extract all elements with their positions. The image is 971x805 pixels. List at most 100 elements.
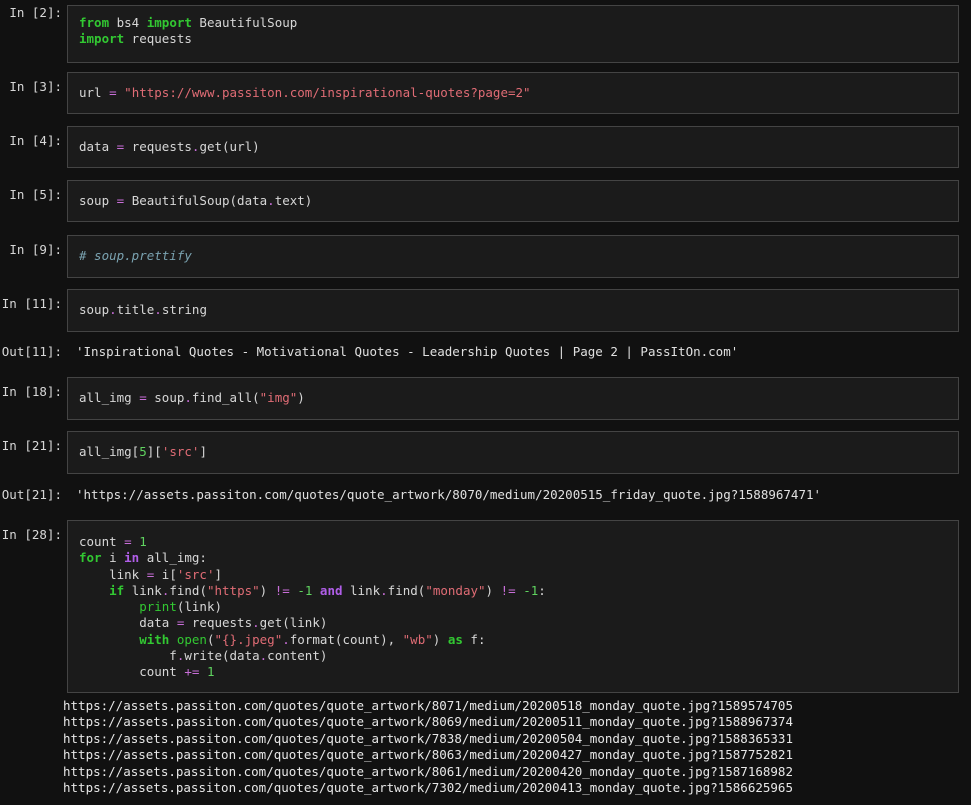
code-token: !=: [500, 582, 516, 598]
input-prompt: In [2]:: [9, 5, 62, 20]
code-token: "https": [206, 582, 260, 598]
code-token: "monday": [425, 582, 486, 598]
code-token: bs4: [109, 15, 147, 30]
code-token: (: [206, 631, 215, 647]
code-token: soup: [79, 193, 117, 208]
code-token: write(data: [184, 648, 260, 664]
code-token: find(: [387, 582, 426, 598]
output-prompt: Out[21]:: [1, 487, 62, 502]
code-token: open: [176, 631, 207, 647]
code-token: =: [109, 85, 117, 100]
code-editor[interactable]: count = 1 for i in all_img: link = i['sr…: [67, 520, 959, 693]
code-token: link: [342, 582, 381, 598]
code-token: ][: [146, 444, 162, 459]
code-token: "{}.jpeg": [214, 631, 283, 647]
code-token: get(link): [259, 615, 328, 631]
code-token: (link): [176, 599, 223, 615]
input-prompt: In [9]:: [9, 242, 62, 257]
code-token: 'src': [176, 566, 215, 582]
code-token: .: [380, 582, 388, 598]
input-prompt: In [18]:: [1, 384, 62, 399]
code-source: soup.title.string: [79, 302, 947, 318]
code-token: requests: [124, 31, 192, 47]
code-editor[interactable]: url = "https://www.passiton.com/inspirat…: [67, 72, 959, 114]
code-token: .: [267, 193, 275, 208]
code-token: .: [154, 302, 162, 317]
code-token: i[: [154, 566, 177, 582]
code-token: .: [252, 615, 260, 631]
code-editor[interactable]: all_img[5]['src']: [67, 431, 959, 474]
code-token: all_img[: [79, 444, 140, 459]
code-token: link: [79, 566, 147, 582]
code-token: all_img: [79, 390, 140, 405]
code-token: 1: [139, 534, 147, 549]
code-token: 5: [139, 444, 147, 459]
code-editor[interactable]: soup.title.string: [67, 289, 959, 332]
code-token: count: [79, 664, 185, 680]
code-token: 'src': [161, 444, 200, 459]
input-prompt: In [28]:: [1, 527, 62, 542]
code-token: data: [79, 139, 117, 154]
code-editor[interactable]: data = requests.get(url): [67, 126, 959, 168]
code-source: url = "https://www.passiton.com/inspirat…: [79, 85, 947, 101]
code-token: url: [79, 85, 110, 100]
code-token: BeautifulSoup: [191, 15, 298, 30]
code-editor[interactable]: from bs4 import BeautifulSoup import req…: [67, 5, 959, 63]
code-token: all_img:: [139, 550, 207, 566]
code-token: count: [79, 534, 125, 549]
code-token: "https://www.passiton.com/inspirational-…: [124, 85, 531, 100]
code-token: BeautifulSoup(data: [124, 193, 268, 208]
code-token: -1: [297, 582, 313, 598]
code-token: =: [139, 390, 147, 405]
code-token: ): [485, 582, 501, 598]
code-token: with: [139, 631, 170, 647]
code-editor[interactable]: # soup.prettify: [67, 235, 959, 278]
code-token: requests: [184, 615, 253, 631]
code-token: ): [297, 390, 305, 405]
code-token: data: [79, 615, 177, 631]
cell-output: 'Inspirational Quotes - Motivational Quo…: [76, 344, 739, 359]
code-editor[interactable]: soup = BeautifulSoup(data.text): [67, 180, 959, 222]
code-token: import: [79, 31, 125, 47]
code-token: find_all(: [191, 390, 260, 405]
code-token: import: [146, 15, 192, 30]
code-token: string: [161, 302, 207, 317]
code-token: ]: [199, 444, 207, 459]
code-editor[interactable]: all_img = soup.find_all("img"): [67, 377, 959, 420]
code-token: -1: [523, 582, 539, 598]
code-token: soup: [146, 390, 185, 405]
code-source: all_img[5]['src']: [79, 444, 947, 460]
code-source: from bs4 import BeautifulSoup import req…: [79, 15, 947, 48]
code-token: requests: [124, 139, 192, 154]
code-token: text): [274, 193, 313, 208]
stream-output: https://assets.passiton.com/quotes/quote…: [63, 698, 793, 796]
code-token: ]: [214, 566, 223, 582]
output-prompt: Out[11]:: [1, 344, 62, 359]
input-prompt: In [21]:: [1, 438, 62, 453]
code-source: count = 1 for i in all_img: link = i['sr…: [79, 534, 947, 681]
code-token: i: [101, 550, 125, 566]
code-source: # soup.prettify: [79, 248, 947, 264]
code-token: # soup.prettify: [79, 248, 192, 263]
input-prompt: In [11]:: [1, 296, 62, 311]
code-token: format(count),: [289, 631, 403, 647]
code-token: f: [79, 648, 177, 664]
stream-line: https://assets.passiton.com/quotes/quote…: [63, 747, 793, 763]
code-token: f:: [462, 631, 486, 647]
stream-line: https://assets.passiton.com/quotes/quote…: [63, 714, 793, 730]
cell-output: 'https://assets.passiton.com/quotes/quot…: [76, 487, 822, 502]
code-token: in: [124, 550, 140, 566]
code-token: "wb": [402, 631, 433, 647]
code-token: .: [109, 302, 117, 317]
code-token: :: [538, 582, 546, 598]
code-token: content): [267, 648, 328, 664]
stream-line: https://assets.passiton.com/quotes/quote…: [63, 730, 793, 746]
code-token: for: [79, 550, 102, 566]
code-token: soup: [79, 302, 110, 317]
code-token: ): [259, 582, 275, 598]
